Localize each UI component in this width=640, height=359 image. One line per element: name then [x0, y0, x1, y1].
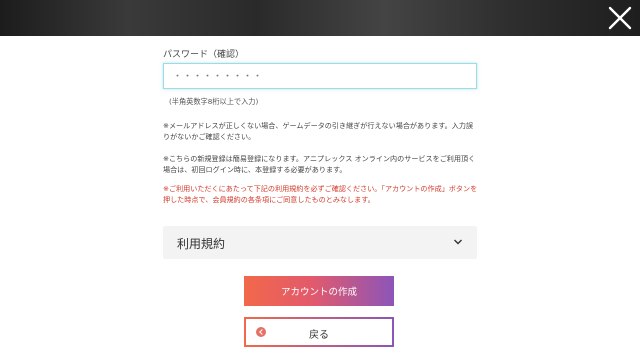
confirm-password-input[interactable]: ・・・・・・・・・ — [163, 63, 477, 89]
header-bar — [0, 0, 640, 36]
terms-agreement-note: ※ご利用いただくにあたって下記の利用規約を必ずご確認ください。「アカウントの作成… — [163, 184, 478, 204]
close-button[interactable] — [604, 2, 636, 34]
simple-registration-note: ※こちらの新規登録は簡易登録になります。アニプレックス オンライン内のサービスを… — [163, 154, 476, 174]
confirm-password-label: パスワード（確認） — [163, 50, 245, 60]
password-hint: (半角英数字8桁以上で入力) — [169, 97, 259, 106]
email-note: ※メールアドレスが正しくない場合、ゲームデータの引き継ぎが行えない場合があります… — [163, 121, 474, 141]
terms-label: 利用規約 — [177, 237, 226, 251]
chevron-down-icon — [454, 239, 462, 245]
close-icon — [608, 6, 632, 30]
back-button-label: 戻る — [309, 330, 329, 341]
back-button[interactable]: 戻る — [244, 317, 394, 347]
terms-accordion[interactable]: 利用規約 — [163, 226, 477, 259]
password-mask: ・・・・・・・・・ — [173, 72, 264, 82]
create-account-button[interactable]: アカウントの作成 — [244, 276, 394, 306]
